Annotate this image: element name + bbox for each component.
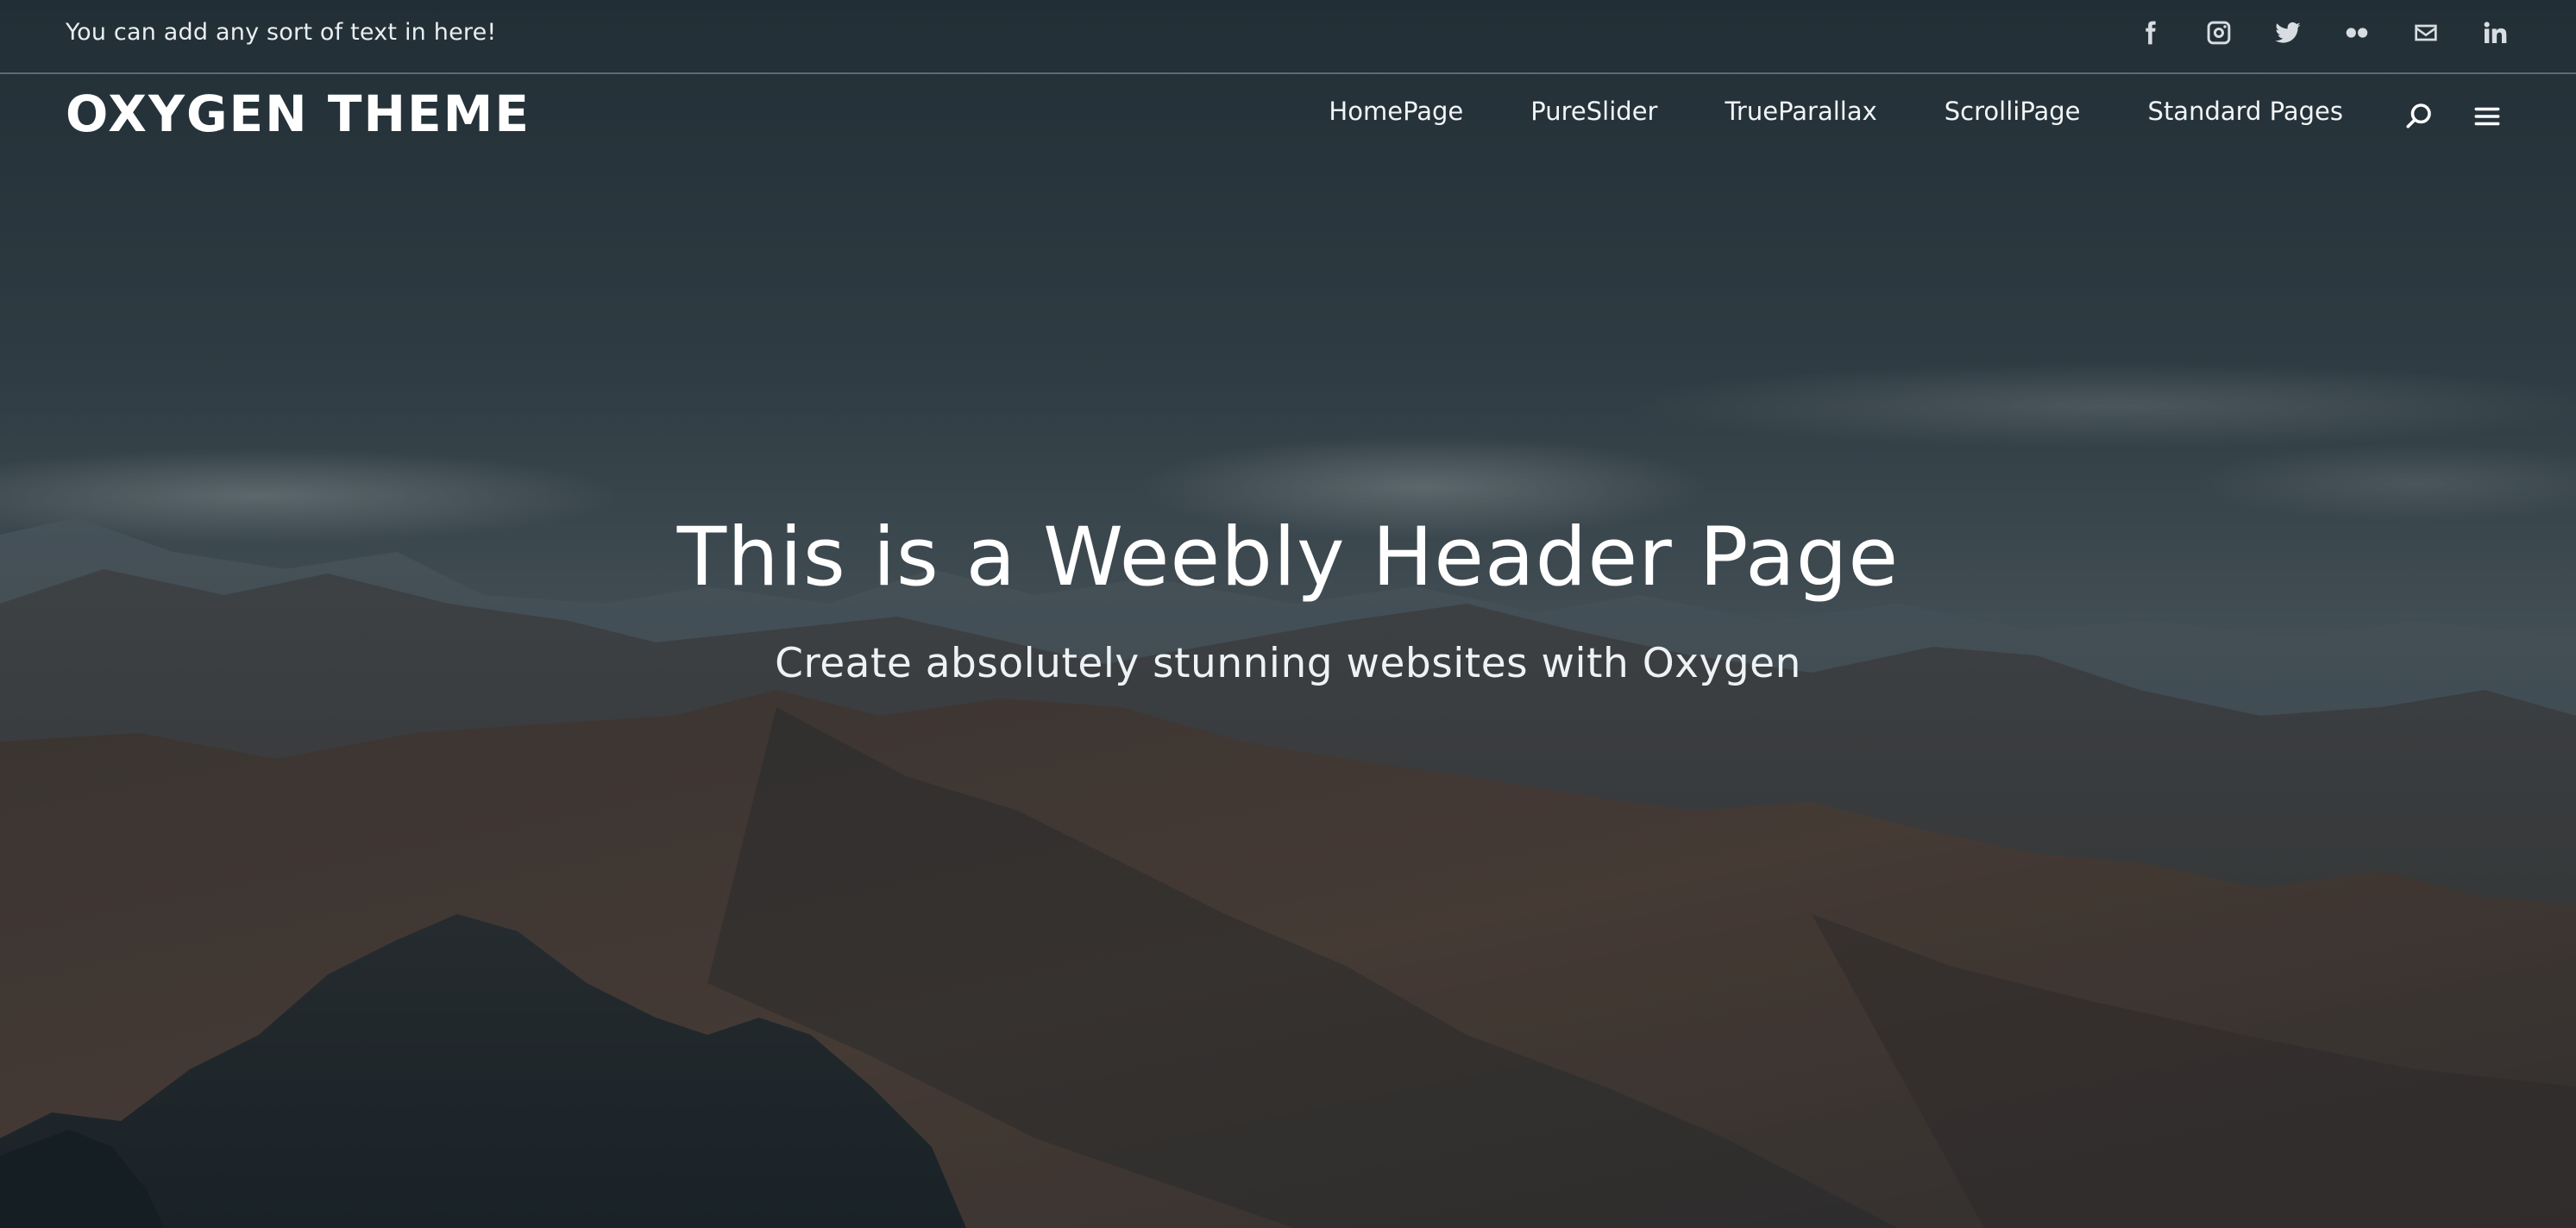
search-icon[interactable] (2403, 100, 2435, 131)
top-bar-text: You can add any sort of text in here! (66, 19, 497, 46)
site-logo[interactable]: OXYGEN THEME (66, 85, 531, 143)
social-links (2133, 16, 2512, 50)
twitter-icon[interactable] (2271, 16, 2305, 50)
hero-subtitle: Create absolutely stunning websites with… (775, 640, 1801, 687)
flickr-icon[interactable] (2340, 16, 2374, 50)
instagram-icon[interactable] (2202, 16, 2236, 50)
nav-item-homepage[interactable]: HomePage (1329, 97, 1463, 126)
linkedin-icon[interactable] (2478, 16, 2512, 50)
hero-title: This is a Weebly Header Page (676, 511, 1900, 605)
page: You can add any sort of text in here! OX… (0, 0, 2576, 1228)
nav-item-trueparallax[interactable]: TrueParallax (1725, 97, 1876, 126)
top-bar: You can add any sort of text in here! (0, 0, 2576, 74)
main-nav: HomePage PureSlider TrueParallax Scrolli… (1329, 97, 2343, 126)
nav-item-standard-pages[interactable]: Standard Pages (2148, 97, 2343, 126)
mail-icon[interactable] (2409, 16, 2443, 50)
background-dim-overlay (0, 0, 2576, 1228)
facebook-icon[interactable] (2133, 16, 2167, 50)
hamburger-menu-icon[interactable] (2472, 102, 2502, 131)
nav-item-pureslider[interactable]: PureSlider (1530, 97, 1657, 126)
nav-item-scrollipage[interactable]: ScrolliPage (1945, 97, 2081, 126)
